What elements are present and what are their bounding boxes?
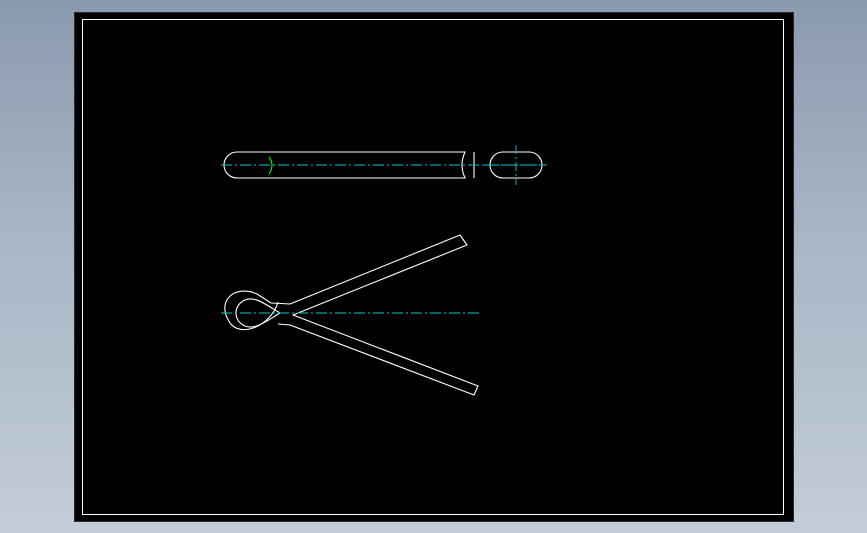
spring-clip-view [221, 234, 481, 396]
cad-drawing-canvas[interactable] [75, 13, 795, 523]
cad-viewport[interactable] [74, 12, 794, 522]
rod-section-mark [268, 156, 273, 175]
clip-outer-outline [224, 234, 479, 396]
